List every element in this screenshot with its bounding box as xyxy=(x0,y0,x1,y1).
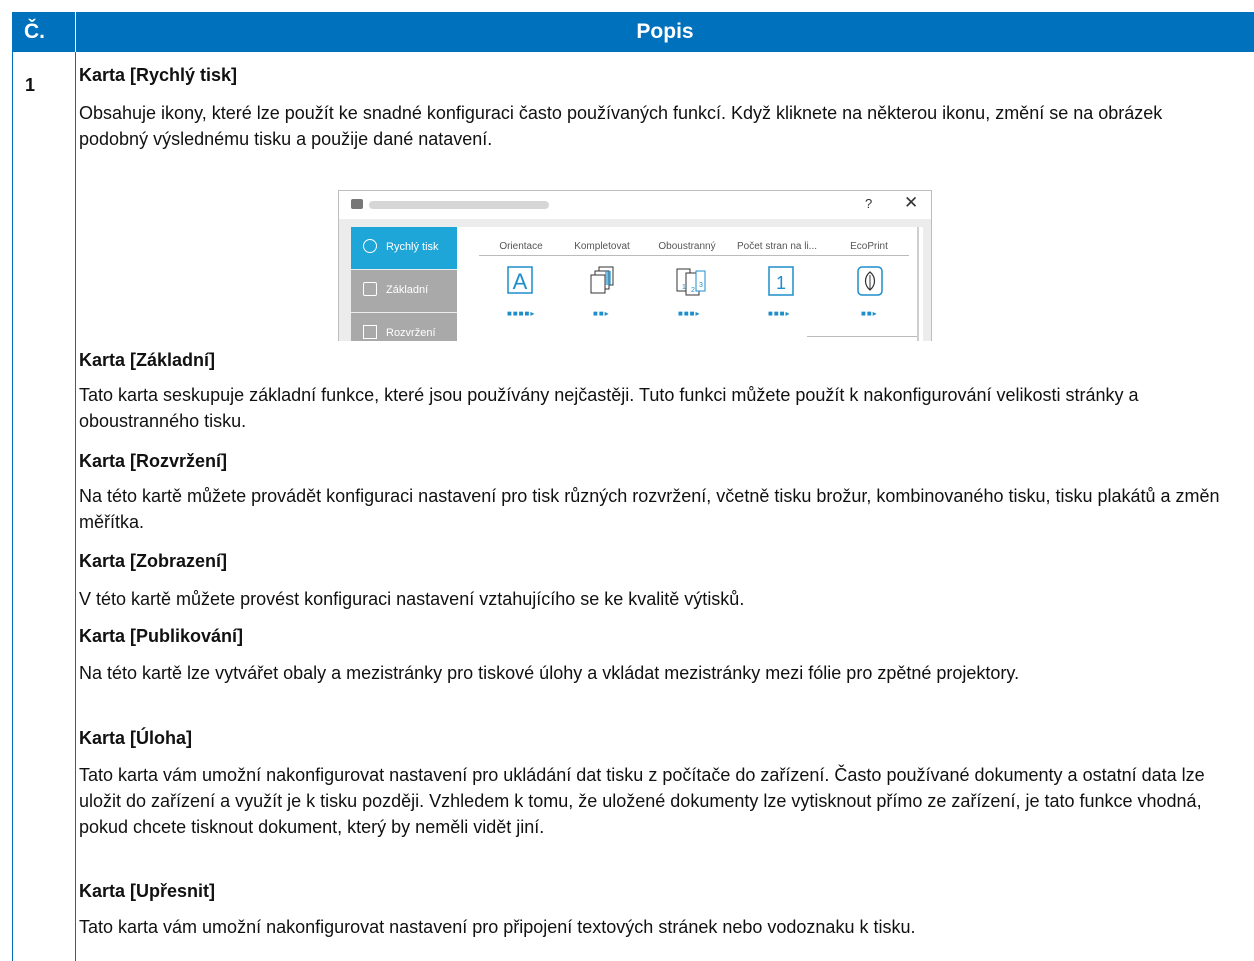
section-heading-advanced: Karta [Upřesnit] xyxy=(79,881,216,901)
table-left-border xyxy=(12,52,13,961)
driver-dialog-screenshot: ? ✕ Rychlý tisk Základní Rozvržení Orien… xyxy=(338,190,932,341)
function-label-orientation: Orientace xyxy=(499,241,543,252)
svg-text:2: 2 xyxy=(691,287,695,294)
close-button[interactable]: ✕ xyxy=(904,193,918,213)
header-divider xyxy=(75,12,76,52)
option-indicator: ■■▸ xyxy=(861,309,878,318)
sidebar-item-layout[interactable]: Rozvržení xyxy=(351,313,457,341)
section-heading-layout: Karta [Rozvržení] xyxy=(79,451,228,471)
section-text-imaging: V této kartě můžete provést konfiguraci … xyxy=(79,589,745,609)
pages-per-sheet-icon[interactable]: 1 xyxy=(766,265,796,297)
duplex-icon[interactable]: 1 2 3 xyxy=(674,265,706,297)
option-indicator: ■■■■▸ xyxy=(507,309,536,318)
section-text-publishing: Na této kartě lze vytvářet obaly a mezis… xyxy=(79,663,1020,683)
panel-divider xyxy=(807,336,917,337)
section-text-job: Tato karta vám umožní nakonfigurovat nas… xyxy=(79,765,1205,837)
dialog-sidebar: Rychlý tisk Základní Rozvržení xyxy=(351,227,457,341)
blurred-window-title xyxy=(369,201,549,209)
layout-grid-icon xyxy=(363,325,377,339)
sidebar-item-basic[interactable]: Základní xyxy=(351,270,457,312)
orientation-a-icon[interactable]: A xyxy=(506,265,536,297)
section-text-quick-print: Obsahuje ikony, které lze použít ke snad… xyxy=(79,103,1163,149)
svg-text:1: 1 xyxy=(682,284,686,291)
section-heading-quick-print: Karta [Rychlý tisk] xyxy=(79,65,238,85)
orientation-glyph: A xyxy=(513,269,528,294)
section-text-basic: Tato karta seskupuje základní funkce, kt… xyxy=(79,385,1139,431)
clock-icon xyxy=(363,239,377,253)
function-label-duplex: Oboustranný xyxy=(658,241,716,252)
section-heading-basic: Karta [Základní] xyxy=(79,350,216,370)
table-column-divider xyxy=(75,52,76,961)
sidebar-item-label: Základní xyxy=(386,284,429,296)
leaf-icon[interactable] xyxy=(855,265,885,297)
function-label-ecoprint: EcoPrint xyxy=(850,241,888,252)
option-indicator: ■■■▸ xyxy=(768,309,791,318)
function-label-collate: Kompletovat xyxy=(574,241,630,252)
collate-icon[interactable] xyxy=(588,265,618,297)
column-header-number: Č. xyxy=(12,12,75,52)
section-text-advanced: Tato karta vám umožní nakonfigurovat nas… xyxy=(79,917,916,937)
section-text-layout: Na této kartě můžete provádět konfigurac… xyxy=(79,486,1220,532)
column-header-description: Popis xyxy=(76,12,1254,52)
option-indicator: ■■▸ xyxy=(593,309,610,318)
section-heading-imaging: Karta [Zobrazení] xyxy=(79,551,228,571)
panel-scrollbar[interactable] xyxy=(917,227,919,341)
help-button[interactable]: ? xyxy=(865,196,872,211)
sidebar-item-quick-print[interactable]: Rychlý tisk xyxy=(351,227,457,269)
row-number: 1 xyxy=(25,75,36,95)
function-label-pages-per-sheet: Počet stran na li... xyxy=(736,241,818,252)
printer-icon xyxy=(351,199,363,209)
section-heading-publishing: Karta [Publikování] xyxy=(79,626,244,646)
svg-text:3: 3 xyxy=(699,282,703,289)
section-heading-job: Karta [Úloha] xyxy=(79,728,193,748)
option-indicator: ■■■▸ xyxy=(678,309,701,318)
sidebar-item-label: Rychlý tisk xyxy=(386,241,439,253)
dialog-titlebar: ? ✕ xyxy=(339,191,931,219)
function-header-divider xyxy=(479,255,909,256)
document-icon xyxy=(363,282,377,296)
sidebar-item-label: Rozvržení xyxy=(386,327,436,339)
pages-per-sheet-glyph: 1 xyxy=(776,273,786,293)
